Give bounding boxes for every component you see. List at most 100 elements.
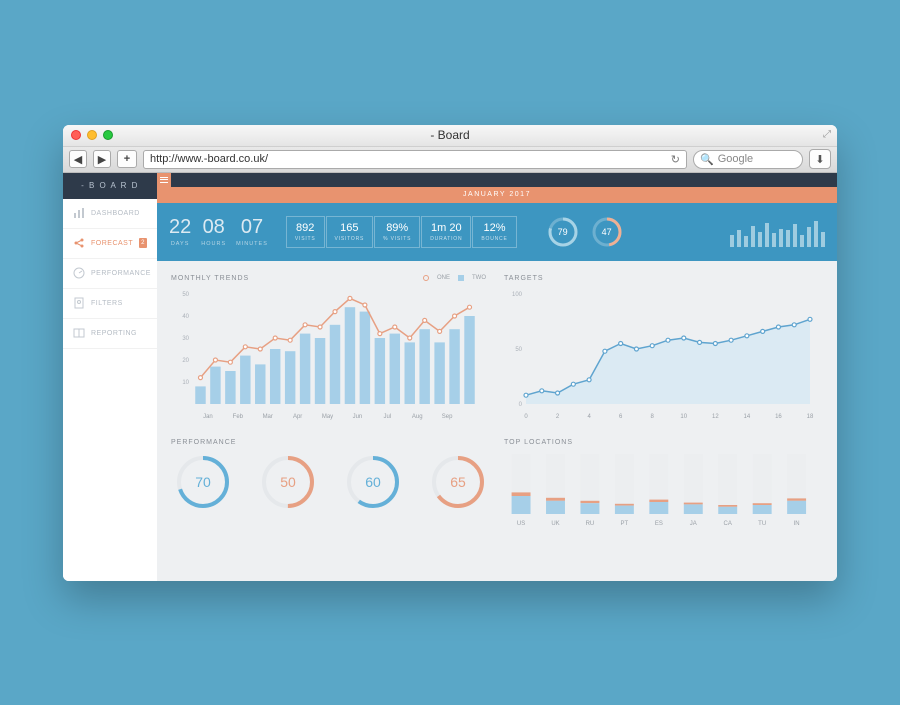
titlebar: - Board ⤢: [63, 125, 837, 147]
sidebar-item-label: REPORTING: [91, 330, 137, 337]
svg-text:Jan: Jan: [203, 414, 213, 420]
svg-text:Mar: Mar: [263, 414, 273, 420]
metric: 1m 20DURATION: [421, 216, 471, 248]
gauges: 79 47: [547, 216, 623, 248]
svg-text:US: US: [517, 521, 525, 526]
sidebar-item-performance[interactable]: PERFORMANCE: [63, 259, 157, 289]
performance-gauge: 65: [430, 454, 486, 510]
svg-text:100: 100: [512, 292, 523, 298]
performance-row: 70506065: [171, 454, 490, 510]
svg-text:Jun: Jun: [353, 414, 363, 420]
legend: ONE TWO: [423, 275, 486, 281]
svg-text:2: 2: [556, 414, 560, 420]
performance-gauge: 60: [345, 454, 401, 510]
browser-toolbar: ◀ ▶ + http://www.-board.co.uk/↻ 🔍Google …: [63, 147, 837, 173]
forward-button[interactable]: ▶: [93, 150, 111, 168]
search-placeholder: Google: [718, 153, 753, 165]
metrics-group: 892VISITS165VISITORS89%% VISITS1m 20DURA…: [286, 216, 517, 248]
sidebar-item-dashboard[interactable]: DASHBOARD: [63, 199, 157, 229]
new-tab-button[interactable]: +: [117, 150, 137, 168]
menu-icon[interactable]: [157, 173, 171, 187]
chart-bar-icon: [73, 207, 85, 219]
svg-text:6: 6: [619, 414, 623, 420]
metric: 165VISITORS: [326, 216, 374, 248]
fullscreen-icon[interactable]: ⤢: [823, 129, 831, 140]
monthly-trends-card: MONTHLY TRENDS ONE TWO 1020304050JanFebM…: [171, 275, 490, 425]
book-icon: [73, 327, 85, 339]
card-title: TOP LOCATIONS: [504, 439, 823, 446]
browser-window: - Board ⤢ ◀ ▶ + http://www.-board.co.uk/…: [63, 125, 837, 581]
trends-chart: 1020304050JanFebMarAprMayJunJulAugSep: [171, 290, 481, 420]
locations-chart: US UK RU PT ES JA CA TU IN: [504, 454, 814, 526]
search-field[interactable]: 🔍 Google: [693, 150, 803, 169]
metric: 89%% VISITS: [374, 216, 420, 248]
month-bar: JANUARY 2017: [157, 187, 837, 203]
card-title: TARGETS: [504, 275, 823, 282]
svg-text:Apr: Apr: [293, 414, 302, 420]
stats-row: 22 DAYS 08 HOURS 07 MINUTES 892VISITS165VIS…: [157, 203, 837, 261]
hours-label: HOURS: [201, 241, 226, 247]
legend-two-label: TWO: [472, 275, 486, 281]
svg-text:30: 30: [182, 336, 189, 342]
sidebar-item-filters[interactable]: FILTERS: [63, 289, 157, 319]
panels: MONTHLY TRENDS ONE TWO 1020304050JanFebM…: [157, 261, 837, 581]
svg-text:Jul: Jul: [383, 414, 391, 420]
share-icon: [73, 237, 85, 249]
minutes-value: 07: [236, 216, 268, 239]
sidebar-item-reporting[interactable]: REPORTING: [63, 319, 157, 349]
brand-logo: - B O A R D: [63, 173, 157, 199]
url-bar[interactable]: http://www.-board.co.uk/↻: [143, 150, 687, 169]
svg-text:Sep: Sep: [442, 414, 453, 420]
svg-text:10: 10: [182, 380, 189, 386]
gauge: 79: [547, 216, 579, 248]
days-value: 22: [169, 216, 191, 239]
sidebar-item-forecast[interactable]: FORECAST 2: [63, 229, 157, 259]
svg-text:UK: UK: [551, 521, 559, 526]
svg-text:JA: JA: [690, 521, 697, 526]
card-title: PERFORMANCE: [171, 439, 490, 446]
svg-text:RU: RU: [586, 521, 595, 526]
svg-text:IN: IN: [794, 521, 800, 526]
svg-text:40: 40: [182, 314, 189, 320]
targets-chart: 050100024681012141618: [504, 290, 814, 420]
hours-value: 08: [201, 216, 226, 239]
svg-text:18: 18: [807, 414, 814, 420]
reload-icon[interactable]: ↻: [671, 153, 680, 166]
top-dark-bar: [157, 173, 837, 187]
svg-text:TU: TU: [758, 521, 766, 526]
svg-text:PT: PT: [621, 521, 629, 526]
sidebar: - B O A R D DASHBOARD FORECAST 2 PERFORM…: [63, 173, 157, 581]
gauge: 47: [591, 216, 623, 248]
svg-text:0: 0: [524, 414, 528, 420]
sidebar-item-label: PERFORMANCE: [91, 270, 151, 277]
metric: 12%BOUNCE: [472, 216, 516, 248]
svg-text:CA: CA: [724, 521, 732, 526]
svg-text:50: 50: [515, 347, 522, 353]
minutes-label: MINUTES: [236, 241, 268, 247]
svg-text:16: 16: [775, 414, 782, 420]
performance-card: PERFORMANCE 70506065: [171, 439, 490, 510]
sidebar-item-label: FILTERS: [91, 300, 123, 307]
gauge-icon: [73, 267, 85, 279]
svg-text:12: 12: [712, 414, 719, 420]
back-button[interactable]: ◀: [69, 150, 87, 168]
svg-text:20: 20: [182, 358, 189, 364]
svg-text:10: 10: [680, 414, 687, 420]
svg-text:0: 0: [519, 402, 523, 408]
sparkline: [730, 217, 825, 247]
legend-two-swatch: [458, 275, 464, 281]
days-label: DAYS: [169, 241, 191, 247]
app-root: - B O A R D DASHBOARD FORECAST 2 PERFORM…: [63, 173, 837, 581]
targets-card: TARGETS 050100024681012141618: [504, 275, 823, 425]
sidebar-item-label: DASHBOARD: [91, 210, 140, 217]
window-title: - Board: [63, 128, 837, 142]
legend-one-swatch: [423, 275, 429, 281]
locations-card: TOP LOCATIONS US UK RU PT ES JA CA TU IN: [504, 439, 823, 531]
download-button[interactable]: ⬇: [809, 149, 831, 169]
svg-text:8: 8: [651, 414, 655, 420]
metric: 892VISITS: [286, 216, 325, 248]
main-content: JANUARY 2017 22DAYS 08HOURS 07MINUTES 89…: [157, 173, 837, 581]
search-icon: 🔍: [700, 153, 714, 166]
svg-text:ES: ES: [655, 521, 663, 526]
legend-one-label: ONE: [437, 275, 450, 281]
